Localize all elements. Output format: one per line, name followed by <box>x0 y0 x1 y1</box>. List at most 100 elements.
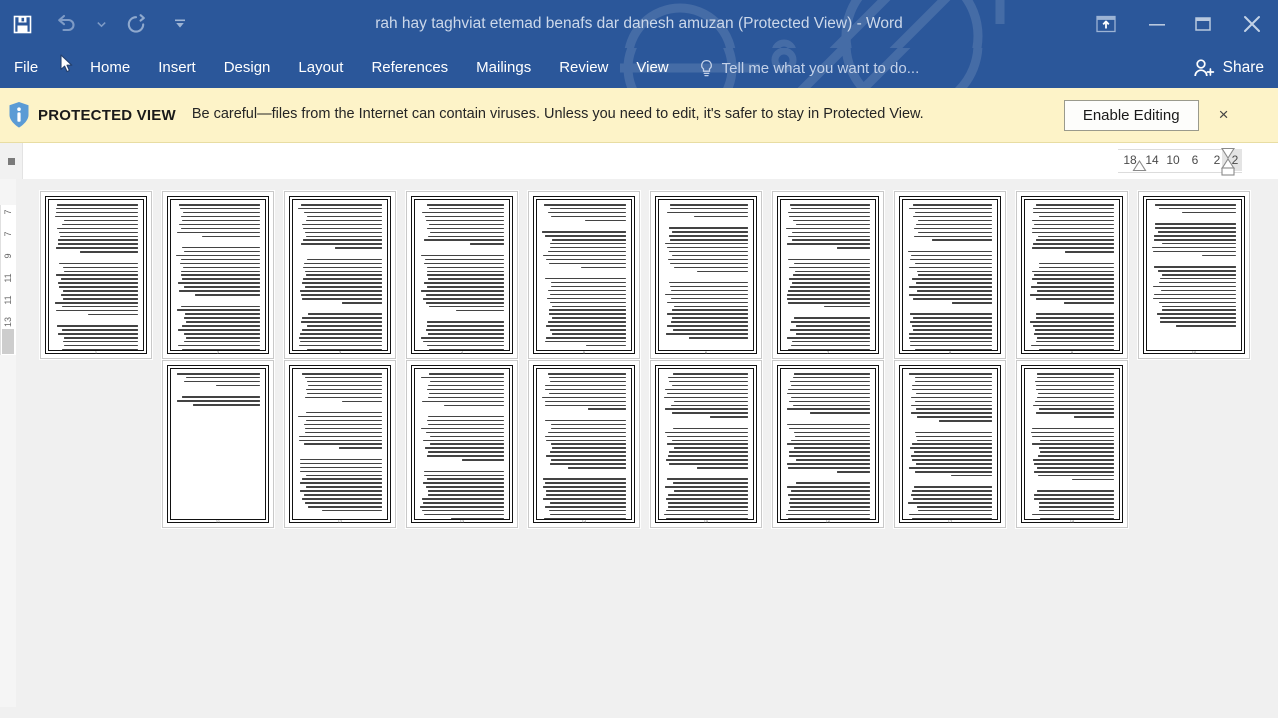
text-line <box>304 262 382 265</box>
page-thumbnail[interactable]: 14 <box>528 360 640 528</box>
page-thumbnail[interactable]: 9 <box>1016 191 1128 359</box>
tab-review[interactable]: Review <box>545 48 622 88</box>
tab-home[interactable]: Home <box>76 48 144 88</box>
text-line <box>914 431 992 434</box>
text-line <box>429 443 504 445</box>
text-line <box>672 482 748 484</box>
page-thumbnail[interactable]: 7 <box>772 191 884 359</box>
text-line <box>1032 278 1114 280</box>
text-line <box>669 227 748 229</box>
page-thumbnail[interactable]: 5 <box>528 191 640 359</box>
text-line <box>303 443 382 445</box>
tab-view[interactable]: View <box>622 48 682 88</box>
undo-dropdown-button[interactable] <box>88 4 114 44</box>
page-thumbnail[interactable]: 18 <box>1016 360 1128 528</box>
text-line <box>1031 227 1114 230</box>
customize-quick-access-toolbar-button[interactable] <box>158 4 202 44</box>
undo-button[interactable] <box>44 4 88 44</box>
tab-insert[interactable]: Insert <box>144 48 210 88</box>
text-line <box>543 204 626 206</box>
text-line <box>548 313 626 315</box>
text-line <box>300 321 382 323</box>
page-thumbnail[interactable]: 6 <box>650 191 762 359</box>
text-line <box>836 471 870 473</box>
page-thumbnail[interactable]: 11 <box>162 360 274 528</box>
text-line <box>551 333 626 335</box>
text-line <box>791 207 870 210</box>
text-line <box>302 278 382 280</box>
redo-button[interactable] <box>114 4 158 44</box>
page-thumbnail[interactable]: 1 <box>40 191 152 359</box>
tab-layout[interactable]: Layout <box>284 48 357 88</box>
text-line <box>302 317 382 319</box>
text-line <box>912 278 992 280</box>
restore-button[interactable] <box>1180 0 1226 48</box>
page-text-block <box>414 199 510 351</box>
text-line <box>793 376 870 379</box>
text-line <box>306 235 382 237</box>
tab-stop-selector-button[interactable] <box>0 143 23 179</box>
text-line <box>1033 223 1114 226</box>
page-thumbnail[interactable]: 10 <box>1138 191 1250 359</box>
text-line <box>549 329 626 331</box>
text-line <box>1037 467 1114 469</box>
text-line <box>911 325 992 327</box>
page-thumbnail[interactable]: 8 <box>894 191 1006 359</box>
text-line <box>672 329 748 331</box>
ruler-tick-14: 14 <box>1145 153 1159 167</box>
text-line <box>550 451 626 453</box>
share-button[interactable]: Share <box>1181 48 1278 88</box>
vertical-scrollbar[interactable]: 7 7 9 11 11 13 17 <box>0 179 17 707</box>
text-line <box>545 439 626 441</box>
text-line <box>427 274 504 276</box>
tab-design[interactable]: Design <box>210 48 285 88</box>
tell-me-search[interactable]: Tell me what you want to do... <box>699 48 919 88</box>
text-line <box>794 435 870 438</box>
text-line <box>697 467 748 469</box>
text-line <box>183 340 260 343</box>
tab-mailings[interactable]: Mailings <box>462 48 545 88</box>
text-line <box>1036 204 1114 206</box>
close-protected-view-bar-button[interactable]: × <box>1209 105 1239 125</box>
text-line <box>428 451 504 453</box>
text-line <box>552 317 626 319</box>
page-thumbnail[interactable]: 17 <box>894 360 1006 528</box>
close-button[interactable] <box>1226 0 1278 48</box>
page-thumbnail[interactable]: 13 <box>406 360 518 528</box>
title-bar: rah hay taghviat etemad benafs dar danes… <box>0 0 1278 48</box>
save-button[interactable] <box>0 4 44 44</box>
text-line <box>428 384 504 387</box>
text-line <box>911 412 992 414</box>
page-thumbnail[interactable]: 12 <box>284 360 396 528</box>
minimize-button[interactable] <box>1134 0 1180 48</box>
text-line <box>908 467 992 469</box>
text-line <box>1153 285 1236 288</box>
text-line <box>1035 388 1114 391</box>
page-thumbnail[interactable]: 2 <box>162 191 274 359</box>
tab-file[interactable]: File <box>0 48 50 88</box>
ruler-tick-2b: 2 <box>1231 153 1239 167</box>
page-border-outer <box>289 365 391 523</box>
text-line <box>423 482 504 484</box>
enable-editing-button[interactable]: Enable Editing <box>1063 99 1199 131</box>
ribbon-display-options-button[interactable] <box>1078 0 1134 48</box>
text-line <box>185 321 260 323</box>
page-thumbnail[interactable]: 4 <box>406 191 518 359</box>
text-line <box>668 376 748 379</box>
page-text-block <box>170 368 266 520</box>
page-number: 1 <box>94 350 98 355</box>
page-thumbnail[interactable]: 3 <box>284 191 396 359</box>
tab-references[interactable]: References <box>357 48 462 88</box>
page-number: 5 <box>582 350 586 355</box>
text-line <box>1038 502 1114 504</box>
text-line <box>548 376 626 379</box>
text-line <box>422 400 504 403</box>
page-thumbnail[interactable]: 15 <box>650 360 762 528</box>
text-line <box>665 431 748 434</box>
page-thumbnail[interactable]: 16 <box>772 360 884 528</box>
text-line <box>1035 298 1114 300</box>
vertical-scrollbar-thumb[interactable] <box>2 329 14 354</box>
